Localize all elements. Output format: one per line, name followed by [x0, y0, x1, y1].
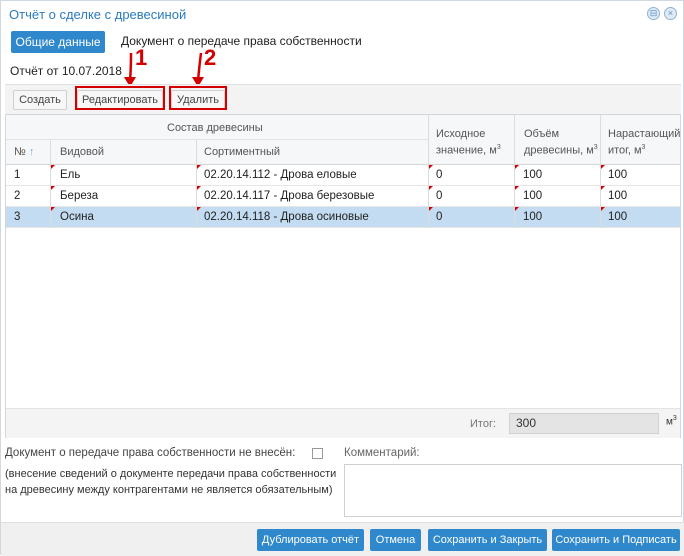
changed-marker — [429, 207, 433, 211]
edit-highlight — [75, 86, 165, 110]
cancel-button[interactable]: Отмена — [370, 529, 421, 551]
changed-marker — [51, 165, 55, 169]
changed-marker — [51, 186, 55, 190]
col-cumulative-sup: 3 — [641, 144, 646, 151]
row-col-divider — [50, 165, 51, 228]
changed-marker — [429, 165, 433, 169]
changed-marker — [197, 207, 201, 211]
col-volume[interactable]: Объём древесины, м3 — [524, 128, 604, 158]
save-and-sign-button[interactable]: Сохранить и Подписать — [552, 529, 680, 551]
col-initial[interactable]: Исходное значение, м3 — [436, 128, 516, 158]
save-and-close-button[interactable]: Сохранить и Закрыть — [428, 529, 547, 551]
changed-marker — [429, 186, 433, 190]
group-header: Состав древесины — [167, 122, 263, 134]
cell-initial: 0 — [436, 211, 443, 223]
report-window: Отчёт о сделке с древесиной ⊟ × Общие да… — [0, 0, 684, 556]
title-bar: Отчёт о сделке с древесиной ⊟ × — [1, 1, 683, 27]
sort-asc-icon: ↑ — [28, 146, 35, 158]
grid-footer: Итог: 300 м3 — [6, 408, 680, 438]
close-icon[interactable]: × — [664, 7, 677, 20]
cell-num: 1 — [14, 169, 21, 181]
changed-marker — [515, 186, 519, 190]
tab-general[interactable]: Общие данные — [11, 31, 105, 53]
changed-marker — [601, 186, 605, 190]
table-row[interactable]: 1 Ель 02.20.14.112 - Дрова еловые 0 100 … — [6, 165, 680, 186]
minimize-icon[interactable]: ⊟ — [647, 7, 660, 20]
col-divider — [600, 115, 601, 165]
col-num[interactable]: № ↑ — [14, 146, 34, 158]
changed-marker — [197, 165, 201, 169]
col-assortment[interactable]: Сортиментный — [204, 146, 280, 158]
total-unit: м3 — [666, 415, 677, 427]
cell-assortment: 02.20.14.112 - Дрова еловые — [204, 169, 357, 181]
cell-volume: 100 — [523, 211, 543, 223]
changed-marker — [601, 207, 605, 211]
cell-cumulative: 100 — [608, 190, 628, 202]
comment-label: Комментарий: — [344, 447, 420, 459]
col-num-label: № — [14, 146, 26, 158]
report-date: Отчёт от 10.07.2018 — [10, 64, 122, 78]
changed-marker — [515, 207, 519, 211]
table-row-selected[interactable]: 3 Осина 02.20.14.118 - Дрова осиновые 0 … — [6, 207, 680, 228]
delete-highlight — [169, 86, 227, 110]
cell-volume: 100 — [523, 169, 543, 181]
grid-header: Состав древесины № ↑ Видовой Сортиментны… — [6, 115, 680, 165]
col-cumulative-label: Нарастающий итог, м — [608, 128, 681, 157]
duplicate-report-button[interactable]: Дублировать отчёт — [257, 529, 364, 551]
col-initial-label: Исходное значение, м — [436, 128, 497, 157]
table-row[interactable]: 2 Береза 02.20.14.117 - Дрова березовые … — [6, 186, 680, 207]
cell-species: Ель — [60, 169, 81, 181]
bottom-button-bar: Дублировать отчёт Отмена Сохранить и Зак… — [1, 522, 684, 556]
header-divider — [6, 139, 428, 140]
cell-species: Осина — [60, 211, 94, 223]
changed-marker — [601, 165, 605, 169]
col-divider — [50, 140, 51, 165]
cell-initial: 0 — [436, 190, 443, 202]
wood-composition-grid: Состав древесины № ↑ Видовой Сортиментны… — [5, 114, 681, 438]
col-divider — [196, 140, 197, 165]
comment-field[interactable] — [344, 464, 682, 517]
col-volume-sup: 3 — [593, 144, 598, 151]
cell-species: Береза — [60, 190, 99, 202]
total-unit-label: м — [666, 416, 673, 428]
doc-not-entered-checkbox[interactable] — [312, 448, 323, 459]
cell-cumulative: 100 — [608, 169, 628, 181]
col-volume-label: Объём древесины, м — [524, 128, 594, 157]
row-col-divider — [514, 165, 515, 228]
cell-initial: 0 — [436, 169, 443, 181]
col-cumulative[interactable]: Нарастающий итог, м3 — [608, 128, 681, 158]
row-col-divider — [196, 165, 197, 228]
col-divider — [428, 115, 429, 165]
cell-num: 2 — [14, 190, 21, 202]
changed-marker — [197, 186, 201, 190]
changed-marker — [51, 207, 55, 211]
cell-assortment: 02.20.14.117 - Дрова березовые — [204, 190, 375, 202]
changed-marker — [515, 165, 519, 169]
total-unit-sup: 3 — [672, 415, 677, 422]
tab-ownership-document[interactable]: Документ о передаче права собственности — [121, 34, 362, 48]
optional-note-line2: на древесину между контрагентами не явля… — [5, 484, 333, 496]
optional-note-line1: (внесение сведений о документе передачи … — [5, 468, 337, 480]
create-button[interactable]: Создать — [13, 90, 67, 110]
col-divider — [514, 115, 515, 165]
doc-not-entered-label: Документ о передаче права собственности … — [5, 447, 296, 459]
col-initial-sup: 3 — [496, 144, 501, 151]
cell-cumulative: 100 — [608, 211, 628, 223]
total-value: 300 — [509, 413, 659, 434]
col-species[interactable]: Видовой — [60, 146, 104, 158]
optional-note: (внесение сведений о документе передачи … — [5, 466, 341, 498]
cell-num: 3 — [14, 211, 21, 223]
total-label: Итог: — [470, 418, 497, 430]
row-col-divider — [428, 165, 429, 228]
cell-assortment: 02.20.14.118 - Дрова осиновые — [204, 211, 369, 223]
window-title: Отчёт о сделке с древесиной — [9, 7, 187, 22]
cell-volume: 100 — [523, 190, 543, 202]
row-col-divider — [600, 165, 601, 228]
